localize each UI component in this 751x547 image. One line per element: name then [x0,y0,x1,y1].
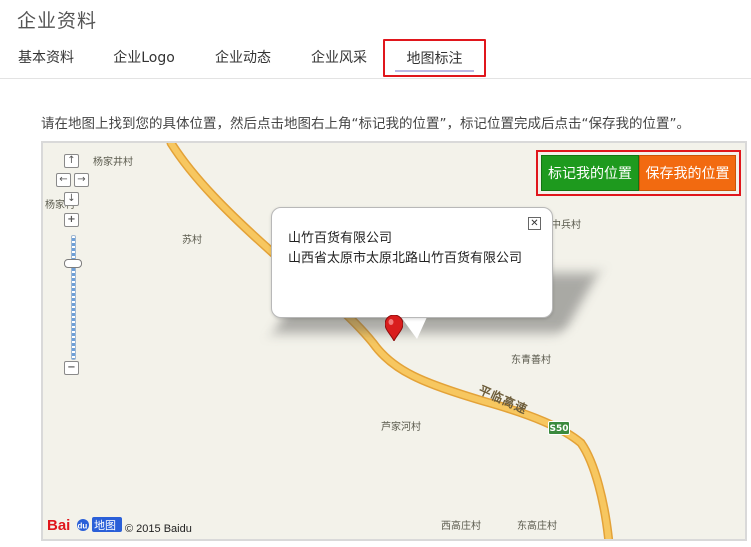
tab-bar: 基本资料 企业Logo 企业动态 企业风采 地图标注 [0,38,751,79]
place-donggaozhuang: 东高庄村 [517,521,557,532]
place-zhongbing: 中兵村 [551,220,581,231]
popup-tail [401,317,427,339]
close-icon[interactable]: ✕ [528,217,541,230]
popup-company-name: 山竹百货有限公司 [288,231,393,246]
tab-news[interactable]: 企业动态 [213,38,273,78]
pan-left-button[interactable]: ← [56,173,71,187]
tab-showcase[interactable]: 企业风采 [309,38,369,78]
map-copyright: © 2015 Baidu [125,523,192,535]
zoom-control: ↑ ← → ↓ + − [43,143,103,383]
place-dongqingshan: 东青善村 [511,355,551,366]
tab-logo[interactable]: 企业Logo [111,38,177,78]
place-su: 苏村 [182,235,202,246]
baidu-logo-du: du [78,522,88,531]
place-lujiahe: 芦家河村 [381,422,421,433]
zoom-slider-track[interactable] [71,235,76,360]
highway-shield: S50 [548,421,570,435]
mark-location-button[interactable]: 标记我的位置 [541,155,639,191]
location-marker-icon[interactable] [385,315,403,341]
zoom-in-button[interactable]: + [64,213,79,227]
info-popup: ✕ 山竹百货有限公司 山西省太原市太原北路山竹百货有限公司 [271,207,553,318]
save-location-button[interactable]: 保存我的位置 [639,155,736,191]
pan-right-button[interactable]: → [74,173,89,187]
baidu-logo-bai: Bai [47,517,70,534]
page-title: 企业资料 [17,10,98,32]
location-button-group: 标记我的位置 保存我的位置 [536,150,741,196]
map-canvas[interactable]: 杨家井村 杨家村 苏村 中兵村 东青善村 芦家河村 西高庄村 东高庄村 平临高速… [41,141,747,541]
popup-address: 山西省太原市太原北路山竹百货有限公司 [288,251,523,266]
instruction-text: 请在地图上找到您的具体位置，然后点击地图右上角“标记我的位置”，标记位置完成后点… [41,116,690,132]
zoom-slider-thumb[interactable] [64,259,82,268]
place-xigaozhuang: 西高庄村 [441,521,481,532]
pan-down-button[interactable]: ↓ [64,192,79,206]
baidu-map-logo: Bai du 地图 [47,515,123,535]
road-layer [166,143,614,539]
tab-map-marking[interactable]: 地图标注 [383,39,486,77]
tab-basic-info[interactable]: 基本资料 [17,38,75,78]
pan-up-button[interactable]: ↑ [64,154,79,168]
zoom-out-button[interactable]: − [64,361,79,375]
baidu-logo-ditu: 地图 [94,519,116,532]
